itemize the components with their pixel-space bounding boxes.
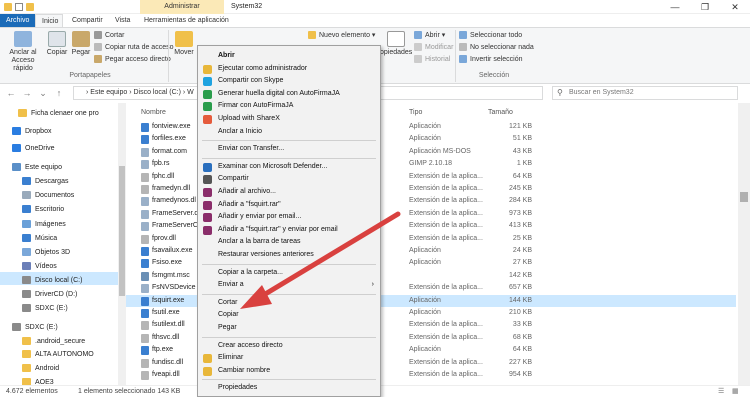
red-arrow-annotation — [240, 211, 401, 309]
